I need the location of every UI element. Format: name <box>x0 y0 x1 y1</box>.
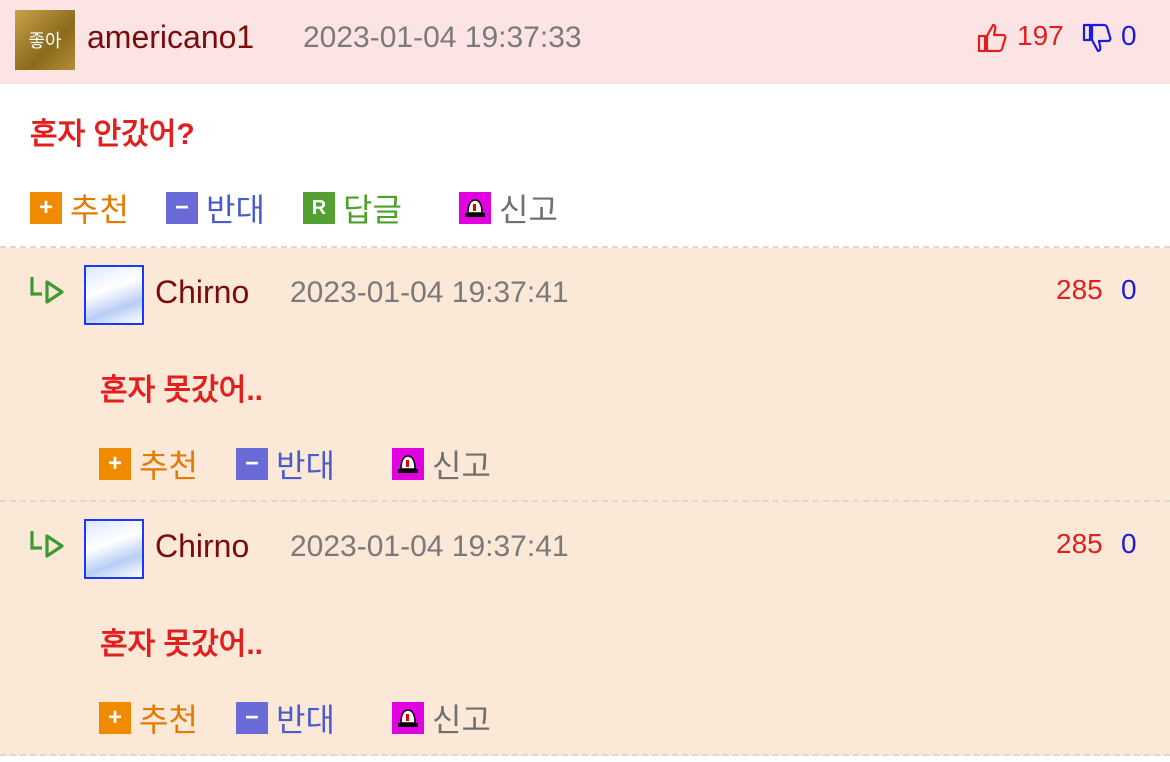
minus-icon: − <box>166 192 198 224</box>
minus-icon: − <box>236 448 268 480</box>
report-button[interactable]: 신고 <box>392 695 491 741</box>
report-label: 신고 <box>499 192 558 228</box>
oppose-label: 반대 <box>276 702 335 738</box>
report-label: 신고 <box>432 702 491 738</box>
oppose-button[interactable]: − 반대 <box>236 695 335 741</box>
reply-arrow-icon <box>30 531 64 558</box>
recommend-button[interactable]: + 추천 <box>99 441 198 487</box>
avatar-text: 좋아 <box>28 31 62 52</box>
down-count[interactable]: 0 <box>1121 528 1137 560</box>
comment-header: 좋아 americano1 2023-01-04 19:37:33 197 0 <box>0 0 1170 84</box>
thumbs-down-icon[interactable] <box>1081 22 1113 54</box>
comment-date: 2023-01-04 19:37:33 <box>303 21 582 54</box>
comment-content: 혼자 안갔어? <box>30 118 195 151</box>
avatar[interactable] <box>84 265 144 325</box>
avatar[interactable]: 좋아 <box>15 10 75 70</box>
comment-username[interactable]: americano1 <box>87 19 254 56</box>
up-count: 197 <box>1017 20 1064 51</box>
siren-icon <box>392 448 424 480</box>
recommend-label: 추천 <box>70 192 129 228</box>
report-button[interactable]: 신고 <box>392 441 491 487</box>
oppose-label: 반대 <box>276 448 335 484</box>
reply-arrow-icon <box>30 277 64 304</box>
reply-date: 2023-01-04 19:37:41 <box>290 530 569 563</box>
oppose-label: 반대 <box>206 192 265 228</box>
up-count[interactable]: 285 <box>1056 528 1103 560</box>
reply-icon: R <box>303 192 335 224</box>
reply-button[interactable]: R 답글 <box>303 185 402 231</box>
comment-body: 혼자 안갔어? + 추천 − 반대 R 답글 신고 <box>0 84 1170 248</box>
oppose-button[interactable]: − 반대 <box>236 441 335 487</box>
reply-username[interactable]: Chirno <box>155 528 249 565</box>
reply-content: 혼자 못갔어.. <box>100 628 264 661</box>
recommend-label: 추천 <box>139 702 198 738</box>
reply-date: 2023-01-04 19:37:41 <box>290 276 569 309</box>
reply-label: 답글 <box>343 192 402 228</box>
report-label: 신고 <box>432 448 491 484</box>
minus-icon: − <box>236 702 268 734</box>
plus-icon: + <box>30 192 62 224</box>
thumbs-up-icon[interactable] <box>976 22 1008 54</box>
recommend-label: 추천 <box>139 448 198 484</box>
plus-icon: + <box>99 702 131 734</box>
recommend-button[interactable]: + 추천 <box>30 185 129 231</box>
down-count: 0 <box>1121 20 1137 51</box>
oppose-button[interactable]: − 반대 <box>166 185 265 231</box>
siren-icon <box>392 702 424 734</box>
reply-content: 혼자 못갔어.. <box>100 374 264 407</box>
down-count[interactable]: 0 <box>1121 274 1137 306</box>
plus-icon: + <box>99 448 131 480</box>
reply-username[interactable]: Chirno <box>155 274 249 311</box>
reply-comment: Chirno 2023-01-04 19:37:41 285 0 혼자 못갔어.… <box>0 248 1170 502</box>
recommend-button[interactable]: + 추천 <box>99 695 198 741</box>
siren-icon <box>459 192 491 224</box>
report-button[interactable]: 신고 <box>459 185 558 231</box>
avatar[interactable] <box>84 519 144 579</box>
up-count[interactable]: 285 <box>1056 274 1103 306</box>
reply-comment: Chirno 2023-01-04 19:37:41 285 0 혼자 못갔어.… <box>0 502 1170 756</box>
